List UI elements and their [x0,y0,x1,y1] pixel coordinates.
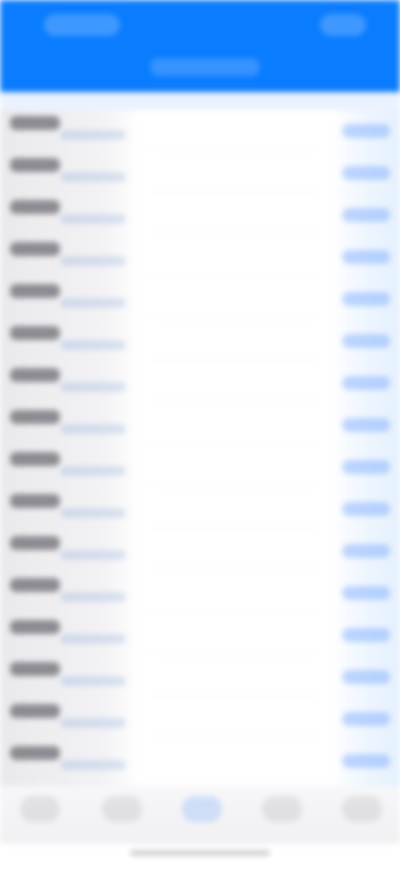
bottom-nav-item[interactable] [342,796,382,822]
bottom-nav-item[interactable] [102,796,142,822]
list-item-title [10,410,60,424]
list-item-title [10,578,60,592]
list-item-value [342,334,390,348]
list-item[interactable] [0,152,400,192]
list-item-title [10,746,60,760]
bottom-nav-item-label [182,796,222,822]
list-item-value [342,628,390,642]
list-item-title [10,242,60,256]
list-item-value [342,208,390,222]
list-item[interactable] [0,194,400,234]
list-item-subtitle [60,424,126,434]
list-item-subtitle [60,592,126,602]
list-item-value [342,586,390,600]
list-item[interactable] [0,278,400,318]
list-item[interactable] [0,362,400,402]
list-item-subtitle [60,508,126,518]
row-divider [150,737,320,738]
list-item[interactable] [0,404,400,444]
content-list [0,110,400,786]
bottom-nav-item-label [342,796,382,822]
list-item-title [10,116,60,130]
top-app-bar [0,0,400,92]
list-item-title [10,158,60,172]
bottom-navigation-bar [0,786,400,844]
list-item-value [342,754,390,768]
list-item[interactable] [0,698,400,738]
row-divider [150,653,320,654]
list-item-value [342,544,390,558]
list-item-subtitle [60,256,126,266]
list-item-subtitle [60,634,126,644]
header-right-button[interactable] [320,14,366,36]
list-item-value [342,502,390,516]
list-item-title [10,620,60,634]
list-item[interactable] [0,320,400,360]
row-divider [150,149,320,150]
bottom-nav-item[interactable] [262,796,302,822]
row-divider [150,611,320,612]
list-item-subtitle [60,214,126,224]
list-item-title [10,704,60,718]
row-divider [150,779,320,780]
list-item[interactable] [0,236,400,276]
header-left-button[interactable] [44,14,120,36]
list-item-title [10,368,60,382]
list-item[interactable] [0,614,400,654]
row-divider [150,569,320,570]
list-item-subtitle [60,550,126,560]
row-divider [150,401,320,402]
list-item[interactable] [0,446,400,486]
row-divider [150,275,320,276]
list-item-value [342,124,390,138]
list-item-value [342,712,390,726]
list-item-subtitle [60,298,126,308]
list-item[interactable] [0,488,400,528]
list-item-subtitle [60,676,126,686]
list-item-value [342,250,390,264]
header-title [150,58,260,76]
row-divider [150,527,320,528]
list-item-value [342,418,390,432]
bottom-nav-item-label [20,796,60,822]
row-divider [150,695,320,696]
row-divider [150,485,320,486]
list-item-title [10,662,60,676]
screen [0,0,400,869]
list-item-title [10,284,60,298]
list-item[interactable] [0,110,400,150]
bottom-nav-item[interactable] [20,796,60,822]
list-item-value [342,376,390,390]
home-indicator [130,850,270,856]
list-item-value [342,460,390,474]
list-item-title [10,326,60,340]
list-item[interactable] [0,740,400,780]
list-item-title [10,536,60,550]
list-item-title [10,452,60,466]
row-divider [150,191,320,192]
list-item[interactable] [0,572,400,612]
list-item-subtitle [60,340,126,350]
list-item-value [342,670,390,684]
bottom-nav-item[interactable] [182,796,222,822]
list-item-subtitle [60,382,126,392]
list-item-subtitle [60,760,126,770]
list-item-subtitle [60,130,126,140]
list-item-value [342,292,390,306]
list-item-subtitle [60,718,126,728]
list-item-subtitle [60,172,126,182]
list-item-title [10,494,60,508]
section-header [0,92,400,110]
row-divider [150,443,320,444]
row-divider [150,359,320,360]
row-divider [150,233,320,234]
row-divider [150,317,320,318]
list-item-value [342,166,390,180]
list-item[interactable] [0,530,400,570]
bottom-nav-item-label [262,796,302,822]
list-item-subtitle [60,466,126,476]
list-item[interactable] [0,656,400,696]
bottom-nav-item-label [102,796,142,822]
list-item-title [10,200,60,214]
